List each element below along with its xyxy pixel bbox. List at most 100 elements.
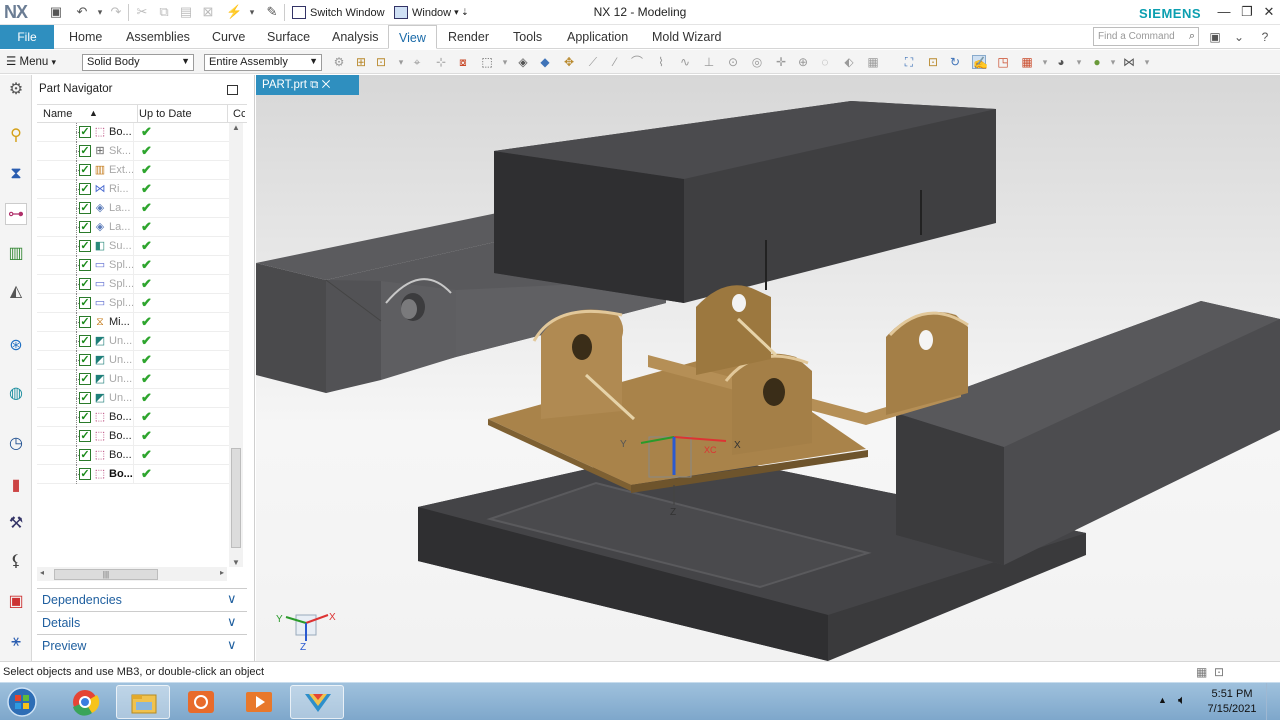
chrome-icon[interactable] [58, 685, 112, 719]
palette-icon[interactable]: ▣ [5, 591, 27, 613]
navigator-row[interactable]: ✓ ⧖ Mi... ✔ [37, 313, 229, 332]
minimize-button[interactable]: — [1215, 4, 1233, 20]
visibility-checkbox[interactable]: ✓ [79, 202, 91, 214]
visibility-checkbox[interactable]: ✓ [79, 126, 91, 138]
visibility-checkbox[interactable]: ✓ [79, 411, 91, 423]
document-tab[interactable]: PART.prt ⧉ ✕ [256, 75, 359, 95]
navigator-row[interactable]: ✓ ⬚ Bo... ✔ [37, 408, 229, 427]
find-command-input[interactable]: Find a Command ⌕ [1093, 27, 1199, 46]
dependencies-panel[interactable]: Dependencies ∨ [37, 588, 247, 610]
selection-scope-select[interactable]: Entire Assembly ▼ [204, 54, 322, 71]
column-up-to-date[interactable]: Up to Date [139, 108, 192, 120]
snap-options-icon[interactable]: ▦ [866, 55, 880, 69]
select-from-list-icon[interactable]: ⊡ [374, 55, 388, 69]
navigator-row[interactable]: ✓ ◈ La... ✔ [37, 218, 229, 237]
full-screen-icon[interactable]: ⊡ [1214, 665, 1224, 679]
media-player-icon[interactable] [232, 685, 286, 719]
visibility-checkbox[interactable]: ✓ [79, 430, 91, 442]
navigator-row[interactable]: ✓ ⊞ Sk... ✔ [37, 142, 229, 161]
paste-icon[interactable]: ▤ [178, 4, 194, 20]
part-navigator-icon[interactable]: ⊶ [5, 203, 27, 225]
repeat-dropdown-icon[interactable]: ▾ [244, 4, 260, 20]
type-filter-select[interactable]: Solid Body ▼ [82, 54, 194, 71]
render-style-icon[interactable]: ◕ [1054, 55, 1068, 69]
menu-button[interactable]: ☰ Menu ▾ [6, 54, 56, 68]
visibility-checkbox[interactable]: ✓ [79, 297, 91, 309]
endpoint-snap-icon[interactable]: ⁄ [608, 55, 622, 69]
scroll-up-icon[interactable]: ▲ [232, 123, 240, 132]
navigator-row[interactable]: ✓ ▥ Ext... ✔ [37, 161, 229, 180]
navigator-row[interactable]: ✓ ◩ Un... ✔ [37, 370, 229, 389]
selection-info-icon[interactable]: ▦ [1196, 665, 1207, 679]
existing-point-icon[interactable]: ✛ [774, 55, 788, 69]
close-tab-icon[interactable]: ✕ [322, 79, 331, 91]
tab-application[interactable]: Application [567, 25, 628, 49]
collapse-ribbon-icon[interactable]: ⌄ [1231, 29, 1247, 45]
visibility-checkbox[interactable]: ✓ [79, 354, 91, 366]
zoom-icon[interactable]: ⊡ [926, 55, 940, 69]
file-explorer-icon[interactable] [116, 685, 170, 719]
save-icon[interactable]: ▣ [48, 4, 64, 20]
bounded-grid-icon[interactable]: ⬖ [842, 55, 856, 69]
rotate-icon[interactable]: ↻ [948, 55, 962, 69]
spline-snap-icon[interactable]: ∿ [678, 55, 692, 69]
select-feature-icon[interactable]: ⊞ [354, 55, 368, 69]
help-icon[interactable]: ? [1257, 29, 1273, 45]
rectangle-select-icon[interactable]: ⬚ [480, 55, 494, 69]
system-scenes-icon[interactable]: ⚸ [5, 551, 27, 573]
navigator-row[interactable]: ✓ ◈ La... ✔ [37, 199, 229, 218]
assembly-navigator-icon[interactable]: ⚲ [5, 125, 27, 147]
tab-render[interactable]: Render [448, 25, 489, 49]
navigator-row[interactable]: ✓ ▭ Spl... ✔ [37, 294, 229, 313]
component-icon[interactable]: ✥ [562, 55, 576, 69]
visibility-checkbox[interactable]: ✓ [79, 240, 91, 252]
presentation-app-icon[interactable] [174, 685, 228, 719]
arc-center-icon[interactable]: ⊙ [726, 55, 740, 69]
point-on-face-icon[interactable]: ◌ [818, 55, 832, 69]
layout-icon[interactable]: ▦ [1020, 55, 1034, 69]
navigator-row[interactable]: ✓ ▭ Spl... ✔ [37, 256, 229, 275]
gear-icon[interactable]: ⚙ [5, 79, 27, 101]
history-icon[interactable]: ◍ [5, 383, 27, 405]
window-menu-button[interactable]: Window ▾ ⇣ [394, 3, 469, 22]
visibility-checkbox[interactable]: ✓ [79, 221, 91, 233]
chevron-down-icon[interactable]: ▾ [498, 55, 512, 69]
column-name[interactable]: Name [43, 108, 72, 120]
restore-button[interactable]: ❐ [1238, 4, 1256, 20]
close-button[interactable]: ✕ [1260, 4, 1278, 20]
upper-mold-block[interactable] [494, 101, 996, 303]
navigator-row[interactable]: ✓ ⋈ Ri... ✔ [37, 180, 229, 199]
visibility-checkbox[interactable]: ✓ [79, 373, 91, 385]
tab-surface[interactable]: Surface [267, 25, 310, 49]
chevron-down-icon[interactable]: ▾ [1072, 55, 1086, 69]
intersection-snap-icon[interactable]: ⊥ [702, 55, 716, 69]
constraint-navigator-icon[interactable]: ⧗ [5, 163, 27, 185]
tab-tools[interactable]: Tools [513, 25, 542, 49]
chevron-down-icon[interactable]: ▾ [1140, 55, 1154, 69]
general-selection-icon[interactable]: ⚙ [332, 55, 346, 69]
redo-icon[interactable]: ↷ [108, 4, 124, 20]
chevron-down-icon[interactable]: ▾ [1106, 55, 1120, 69]
file-tab[interactable]: File [0, 25, 54, 49]
navigator-row[interactable]: ✓ ◩ Un... ✔ [37, 351, 229, 370]
show-desktop-button[interactable] [1266, 683, 1280, 720]
visibility-checkbox[interactable]: ✓ [79, 259, 91, 271]
scroll-left-icon[interactable]: ◂ [40, 568, 44, 577]
visibility-checkbox[interactable]: ✓ [79, 164, 91, 176]
preview-panel[interactable]: Preview ∨ [37, 634, 247, 656]
start-button[interactable] [2, 685, 46, 719]
undo-dropdown-icon[interactable]: ▾ [92, 4, 108, 20]
scroll-down-icon[interactable]: ▼ [232, 558, 240, 567]
selection-filter-icon[interactable]: ⊹ [434, 55, 448, 69]
midpoint-snap-icon[interactable]: ⌒ [630, 55, 644, 69]
tab-view[interactable]: View [388, 25, 437, 49]
quick-pick-icon[interactable]: ⌖ [410, 55, 424, 69]
pan-icon[interactable]: ✍ [972, 55, 988, 70]
visibility-checkbox[interactable]: ✓ [79, 468, 91, 480]
navigator-row[interactable]: ✓ ⬚ Bo... ✔ [37, 427, 229, 446]
pin-icon[interactable]: ⧉ [310, 79, 318, 91]
visibility-checkbox[interactable]: ✓ [79, 145, 91, 157]
clock[interactable]: 5:51 PM 7/15/2021 [1202, 687, 1262, 717]
column-comment[interactable]: Cc [233, 108, 245, 120]
nx-taskbar-icon[interactable] [290, 685, 344, 719]
